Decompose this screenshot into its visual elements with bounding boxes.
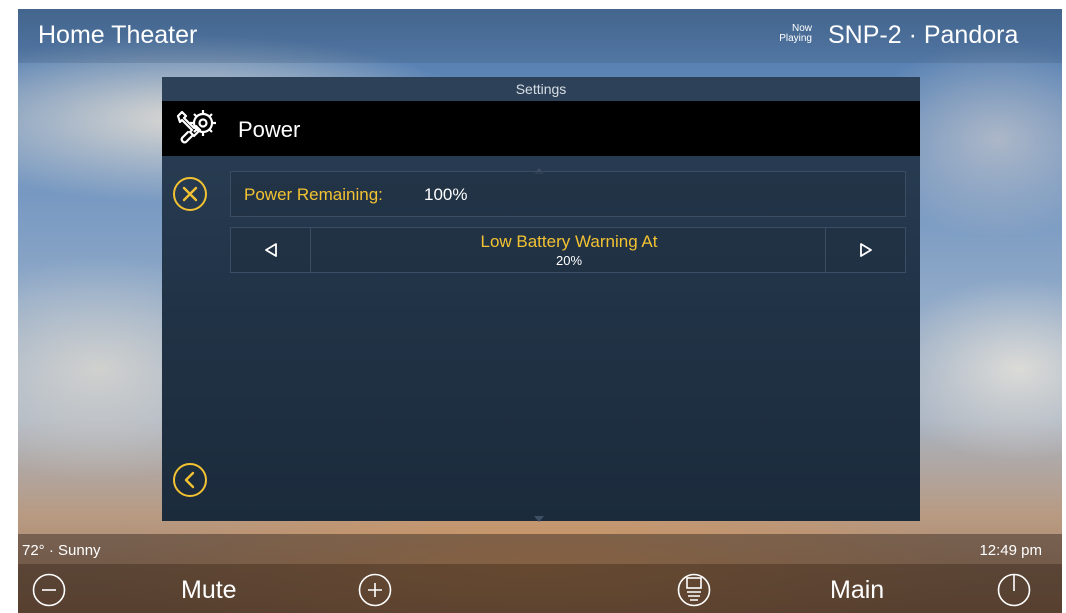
volume-down-button[interactable] (32, 573, 66, 607)
low-battery-warning-row: Low Battery Warning At 20% (230, 227, 906, 273)
section-title: Power (238, 117, 301, 142)
decrease-button[interactable] (231, 228, 311, 272)
volume-up-icon (358, 573, 392, 611)
now-playing-line-2: Playing (779, 33, 812, 44)
weather-status: 72° · Sunny (22, 542, 101, 559)
now-playing-label: Now Playing (770, 24, 812, 44)
app-title: Home Theater (38, 21, 198, 49)
main-button[interactable]: Main (830, 576, 884, 605)
increase-button[interactable] (825, 228, 905, 272)
volume-down-icon (32, 573, 66, 611)
screen: Home Theater Now Playing SNP-2 · Pandora… (18, 9, 1062, 613)
power-remaining-row: Power Remaining: 100% (230, 171, 906, 217)
settings-panel: Settings Power Power Remaining: 100% Low… (162, 77, 920, 522)
low-battery-value: 20% (555, 253, 583, 268)
now-playing-source[interactable]: SNP-2 · Pandora (828, 21, 1018, 50)
back-button[interactable] (173, 463, 207, 497)
low-battery-label: Low Battery Warning At (480, 232, 658, 251)
bottom-bar: Mute Main (18, 564, 1062, 613)
wrench-gear-icon (172, 106, 218, 150)
clock: 12:49 pm (979, 542, 1042, 559)
scroll-down-icon[interactable] (534, 509, 544, 522)
section-bar: Power (162, 101, 920, 156)
scroll-up-icon[interactable] (534, 161, 544, 174)
media-icon (677, 573, 711, 611)
media-button[interactable] (677, 573, 711, 607)
top-bar: Home Theater Now Playing SNP-2 · Pandora (18, 9, 1062, 63)
status-bar: 72° · Sunny 12:49 pm (18, 534, 1062, 564)
mute-button[interactable]: Mute (181, 576, 237, 605)
settings-header: Settings (162, 77, 920, 101)
volume-up-button[interactable] (358, 573, 392, 607)
close-button[interactable] (173, 177, 207, 211)
power-remaining-label: Power Remaining: (244, 185, 383, 204)
power-button[interactable] (997, 573, 1031, 607)
power-remaining-value: 100% (424, 185, 468, 204)
power-icon (997, 573, 1031, 611)
